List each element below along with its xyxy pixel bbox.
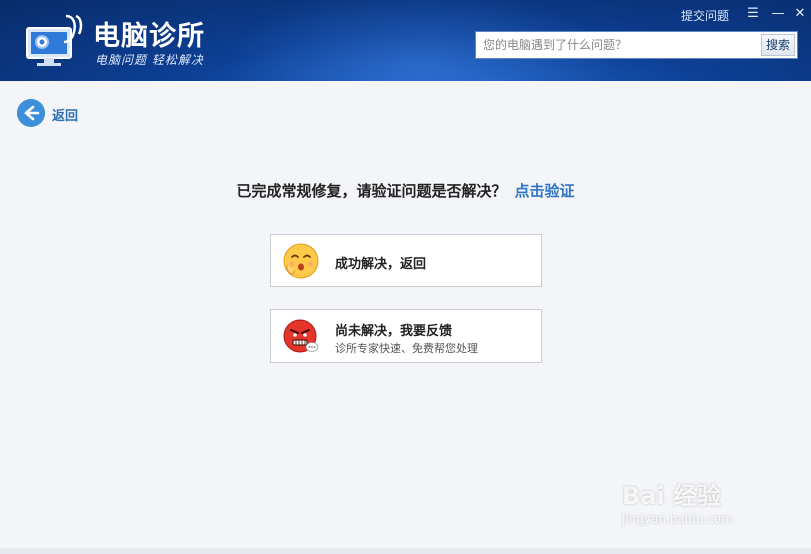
unsolved-option-button[interactable]: 尚未解决，我要反馈 诊所专家快速、免费帮您处理 xyxy=(270,309,542,363)
search-button[interactable]: 搜索 xyxy=(761,34,795,56)
search-box: 搜索 xyxy=(475,31,798,59)
submit-issue-link[interactable]: 提交问题 xyxy=(681,7,729,24)
monitor-stethoscope-icon xyxy=(26,14,83,66)
app-slogan: 电脑问题 轻松解决 xyxy=(95,53,204,67)
bottom-strip xyxy=(0,548,811,554)
baidu-watermark: Bai 经验 jingyan.baidu.com xyxy=(622,476,792,540)
angry-face-icon xyxy=(283,319,319,353)
unsolved-option-title: 尚未解决，我要反馈 xyxy=(335,324,453,339)
happy-face-icon xyxy=(283,243,319,279)
close-icon[interactable]: ✕ xyxy=(792,6,808,22)
prompt-text: 已完成常规修复，请验证问题是否解决？ xyxy=(236,182,507,200)
menu-icon[interactable]: ☰ xyxy=(745,6,761,22)
watermark-main: Bai 经验 xyxy=(622,482,722,510)
search-input[interactable] xyxy=(476,32,761,58)
app-title: 电脑诊所 xyxy=(93,21,205,52)
minimize-icon[interactable]: — xyxy=(770,6,786,22)
watermark-url: jingyan.baidu.com xyxy=(622,512,733,526)
unsolved-option-subtitle: 诊所专家快速、免费帮您处理 xyxy=(335,342,478,355)
solved-option-title: 成功解决，返回 xyxy=(335,257,427,272)
verify-link[interactable]: 点击验证 xyxy=(515,182,575,200)
app-header: 电脑诊所 电脑问题 轻松解决 提交问题 ☰ — ✕ 搜索 xyxy=(0,0,811,81)
verify-prompt: 已完成常规修复，请验证问题是否解决？ 点击验证 xyxy=(0,180,811,201)
solved-option-button[interactable]: 成功解决，返回 xyxy=(270,234,542,287)
back-arrow-icon xyxy=(17,99,45,127)
back-button[interactable]: 返回 xyxy=(17,99,87,127)
back-label: 返回 xyxy=(52,109,79,124)
